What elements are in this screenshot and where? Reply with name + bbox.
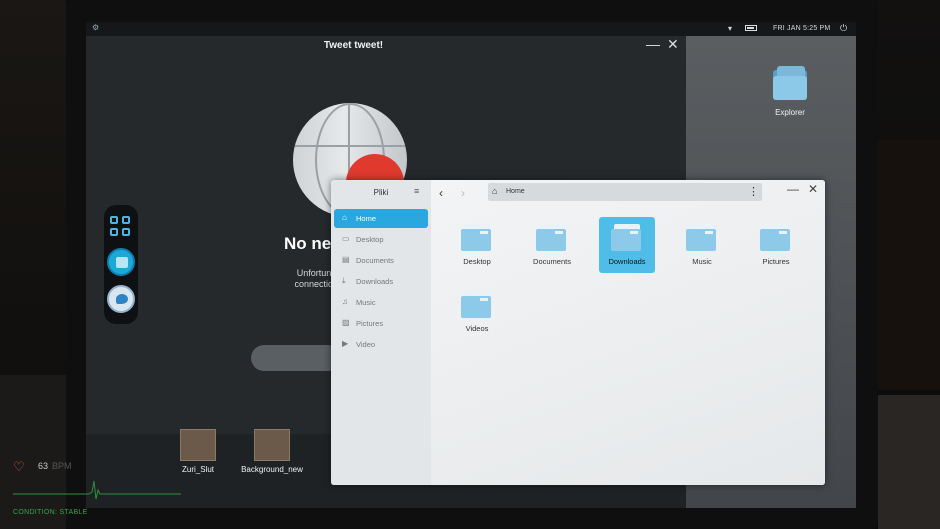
file-label-zuri[interactable]: Zuri_Slut <box>158 465 238 474</box>
path-label: Home <box>506 188 525 195</box>
desktop-icon: ▭ <box>342 234 350 243</box>
folder-label: Videos <box>465 324 489 333</box>
sidebar-item-label: Home <box>356 214 377 223</box>
sidebar-item-label: Music <box>356 298 376 307</box>
game-scene: Explorer Tweet tweet! — ✕ No net Unfortu… <box>0 0 940 529</box>
folder-pictures[interactable]: Pictures <box>748 217 804 273</box>
tweet-window-title: Tweet tweet! <box>323 40 384 51</box>
folder-downloads[interactable]: Downloads <box>599 217 655 273</box>
home-icon: ⌂ <box>492 186 498 196</box>
sidebar-item-downloads[interactable]: ⤓ Downloads <box>334 272 428 291</box>
sidebar-item-desktop[interactable]: ▭ Desktop <box>334 230 428 249</box>
pliki-window: Pliki ≡ ⌂ Home ▭ Desktop ▤ Documents ⤓ D… <box>331 180 825 485</box>
close-icon[interactable]: ✕ <box>667 36 679 53</box>
folder-videos[interactable]: Videos <box>449 284 505 340</box>
close-icon[interactable]: ✕ <box>808 182 818 196</box>
explorer-label[interactable]: Explorer <box>754 108 826 117</box>
battery-icon[interactable] <box>745 25 757 31</box>
sidebar-item-home[interactable]: ⌂ Home <box>334 209 428 228</box>
no-network-heading: No net <box>284 234 337 253</box>
pictures-icon: ▨ <box>342 318 350 327</box>
sidebar-item-label: Desktop <box>356 235 384 244</box>
file-thumbnail-background[interactable] <box>254 429 290 461</box>
app-dock <box>104 205 138 324</box>
room-object-right-bottom <box>878 395 940 529</box>
power-icon[interactable]: ⏻ <box>840 23 847 34</box>
folder-label: Pictures <box>762 257 790 266</box>
sidebar-item-label: Downloads <box>356 277 394 286</box>
download-icon: ⤓ <box>342 276 346 285</box>
video-icon: ▶ <box>342 339 349 348</box>
room-object-right <box>878 140 940 390</box>
explorer-icon[interactable] <box>773 66 807 100</box>
forward-arrow-icon[interactable]: › <box>461 186 465 200</box>
minimize-icon[interactable]: — <box>787 182 799 196</box>
sidebar-item-label: Video <box>356 340 376 349</box>
sidebar-item-label: Documents <box>356 256 394 265</box>
file-thumbnail-zuri[interactable] <box>180 429 216 461</box>
apps-grid-icon[interactable] <box>107 213 135 241</box>
music-icon: ♫ <box>342 297 348 306</box>
pliki-sidebar: Pliki ≡ ⌂ Home ▭ Desktop ▤ Documents ⤓ D… <box>331 180 431 485</box>
heart-icon: ♡ <box>13 459 25 474</box>
sidebar-item-music[interactable]: ♫ Music <box>334 293 428 312</box>
folder-desktop[interactable]: Desktop <box>449 217 505 273</box>
gear-icon[interactable]: ⚙ <box>92 24 100 32</box>
room-object-left <box>0 375 66 529</box>
home-icon: ⌂ <box>342 213 347 222</box>
file-label-background[interactable]: Background_new <box>232 465 312 474</box>
folder-documents[interactable]: Documents <box>524 217 580 273</box>
sidebar-item-video[interactable]: ▶ Video <box>334 335 428 354</box>
path-bar[interactable]: ⌂ Home ⋮ <box>488 183 762 201</box>
folder-music[interactable]: Music <box>674 217 730 273</box>
folder-label: Downloads <box>608 257 646 266</box>
folder-label: Documents <box>533 257 571 266</box>
bpm-unit: BPM <box>52 461 72 471</box>
retry-button[interactable] <box>251 345 341 371</box>
folder-label: Desktop <box>463 257 491 266</box>
pliki-content: ‹ › ⌂ Home ⋮ — ✕ Desktop Documents Downl… <box>431 180 825 485</box>
system-top-bar: ⚙ ▾ FRI JAN 5:25 PM ⏻ <box>86 22 856 36</box>
menu-icon[interactable]: ≡ <box>414 186 419 196</box>
files-app-icon[interactable] <box>107 248 135 276</box>
sidebar-item-documents[interactable]: ▤ Documents <box>334 251 428 270</box>
back-arrow-icon[interactable]: ‹ <box>439 186 443 200</box>
folder-label: Music <box>692 257 712 266</box>
tweet-app-icon[interactable] <box>107 285 135 313</box>
documents-icon: ▤ <box>342 255 350 264</box>
condition-status: CONDITION: STABLE <box>13 509 88 516</box>
minimize-icon[interactable]: — <box>646 36 660 52</box>
ekg-line-icon <box>13 480 181 500</box>
wifi-icon[interactable]: ▾ <box>728 24 732 33</box>
more-options-icon[interactable]: ⋮ <box>748 185 759 198</box>
sidebar-item-label: Pictures <box>356 319 384 328</box>
bpm-value: 63 <box>38 461 49 471</box>
clock: FRI JAN 5:25 PM <box>773 25 831 32</box>
sidebar-item-pictures[interactable]: ▨ Pictures <box>334 314 428 333</box>
